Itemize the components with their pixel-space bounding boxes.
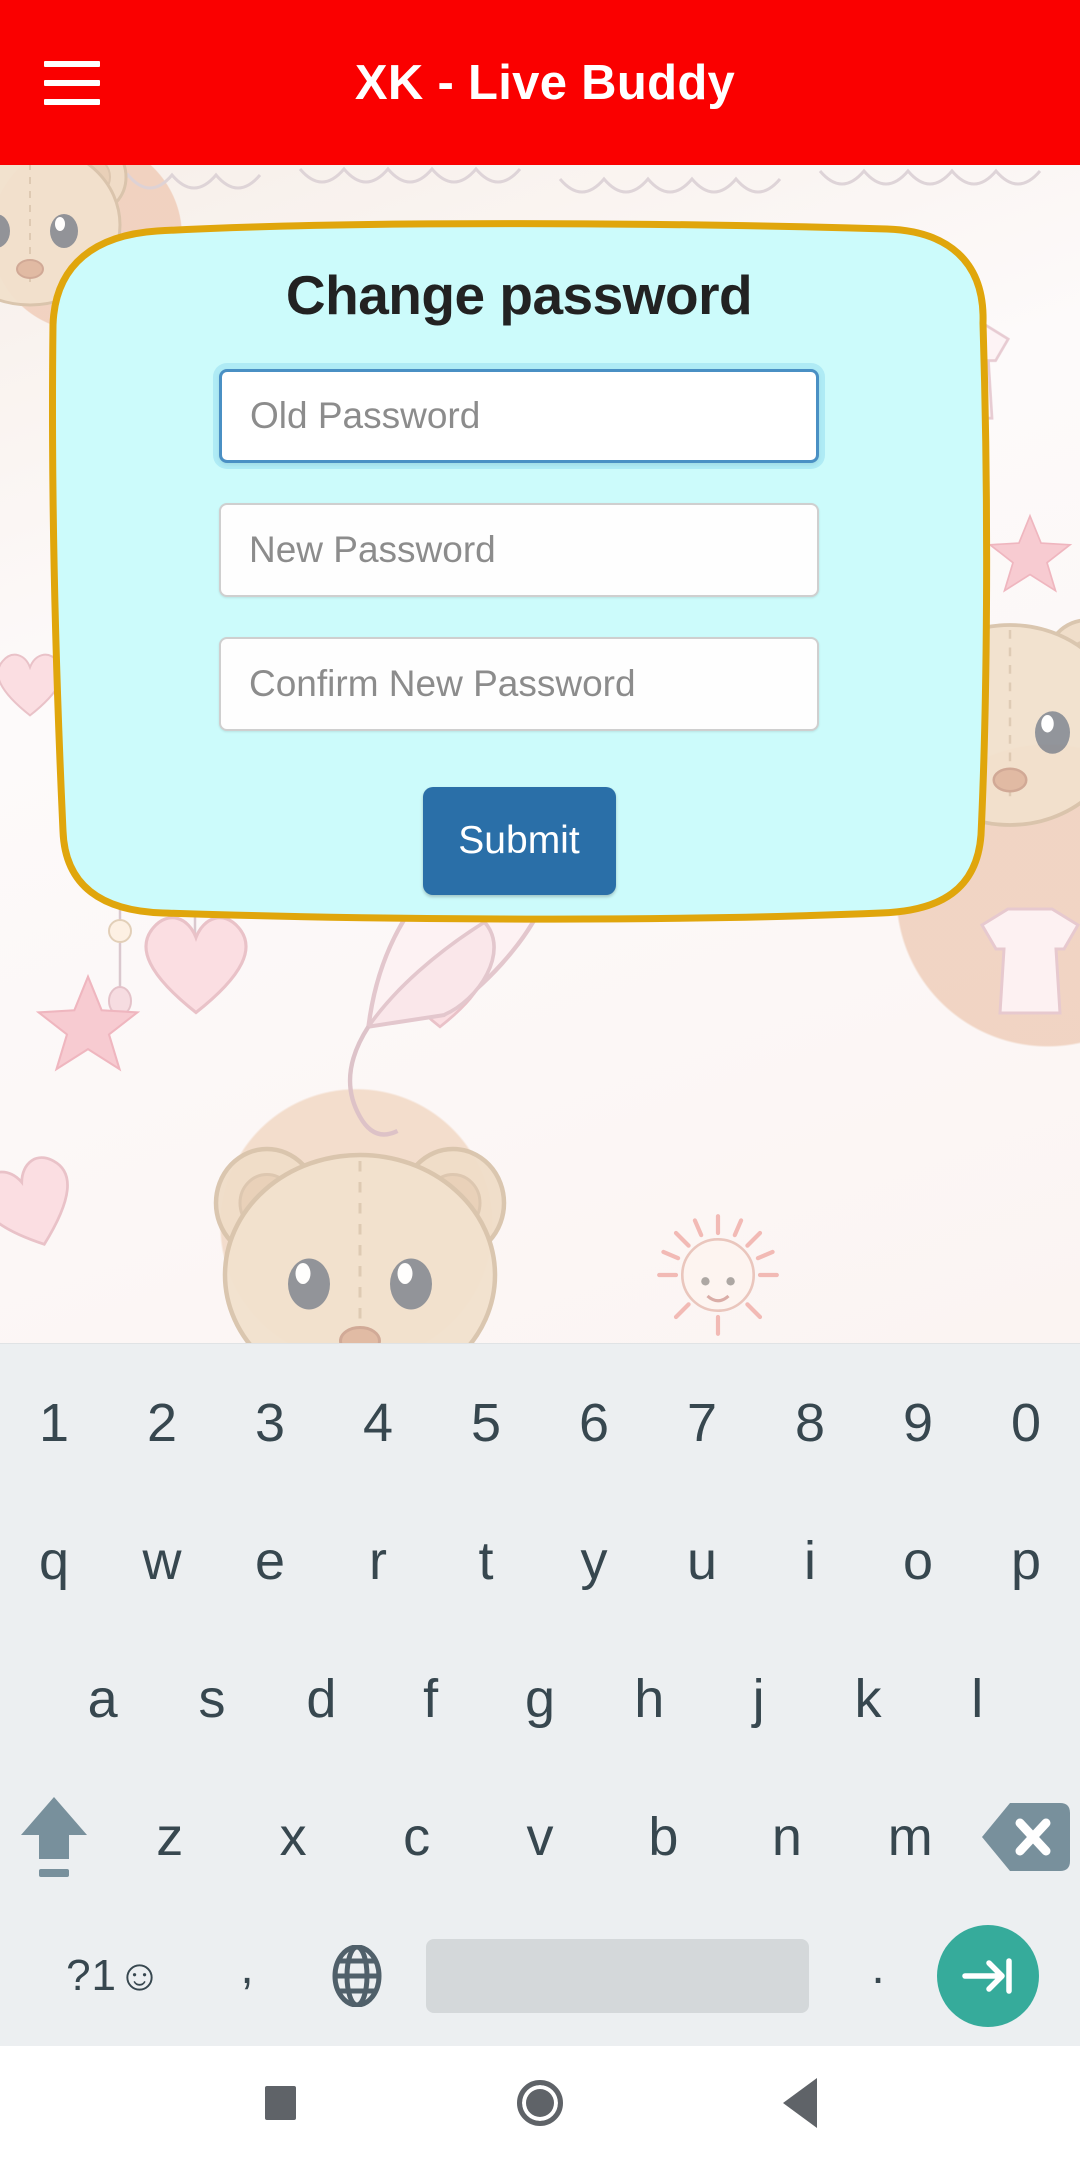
backspace-glyph — [981, 1803, 1070, 1871]
next-arrow-glyph — [962, 1958, 1012, 1994]
globe-language-icon[interactable] — [302, 1945, 412, 2007]
key-d[interactable]: d — [267, 1630, 376, 1768]
key-t[interactable]: t — [432, 1492, 540, 1630]
key-2[interactable]: 2 — [108, 1354, 216, 1492]
on-screen-keyboard: 1 2 3 4 5 6 7 8 9 0 q w e r t y u i o p … — [0, 1343, 1080, 2046]
key-1[interactable]: 1 — [0, 1354, 108, 1492]
globe-glyph — [332, 1945, 382, 2007]
key-x[interactable]: x — [231, 1768, 354, 1906]
keyboard-row-asdf: a s d f g h j k l — [0, 1630, 1080, 1768]
app-bar: XK - Live Buddy — [0, 0, 1080, 165]
key-y[interactable]: y — [540, 1492, 648, 1630]
hamburger-menu-icon[interactable] — [44, 60, 100, 105]
hamburger-line — [44, 79, 100, 86]
key-e[interactable]: e — [216, 1492, 324, 1630]
submit-button[interactable]: Submit — [422, 787, 616, 895]
key-z[interactable]: z — [108, 1768, 231, 1906]
key-h[interactable]: h — [595, 1630, 704, 1768]
key-5[interactable]: 5 — [432, 1354, 540, 1492]
new-password-input[interactable]: New Password — [219, 503, 819, 597]
space-key[interactable] — [426, 1939, 809, 2013]
key-r[interactable]: r — [324, 1492, 432, 1630]
hamburger-line — [44, 60, 100, 67]
circle-home-icon[interactable] — [495, 2058, 585, 2148]
new-password-placeholder: New Password — [249, 529, 496, 570]
next-field-arrow-icon[interactable] — [933, 1925, 1043, 2027]
key-o[interactable]: o — [864, 1492, 972, 1630]
keyboard-row-bottom: ?1☺ , . — [0, 1906, 1080, 2046]
key-f[interactable]: f — [376, 1630, 485, 1768]
key-3[interactable]: 3 — [216, 1354, 324, 1492]
key-p[interactable]: p — [972, 1492, 1080, 1630]
key-u[interactable]: u — [648, 1492, 756, 1630]
key-k[interactable]: k — [813, 1630, 922, 1768]
key-q[interactable]: q — [0, 1492, 108, 1630]
app-root: XK - Live Buddy Change password Old Pass… — [0, 0, 1080, 2160]
key-b[interactable]: b — [602, 1768, 725, 1906]
hamburger-line — [44, 98, 100, 105]
home-circle-glyph — [517, 2080, 563, 2126]
key-g[interactable]: g — [485, 1630, 594, 1768]
key-l[interactable]: l — [923, 1630, 1032, 1768]
key-m[interactable]: m — [849, 1768, 972, 1906]
key-period[interactable]: . — [823, 1940, 933, 2013]
symbols-toggle-key[interactable]: ?1☺ — [37, 1951, 192, 2001]
content-area: Change password Old Password New Passwor… — [0, 165, 1080, 1343]
key-v[interactable]: v — [478, 1768, 601, 1906]
key-j[interactable]: j — [704, 1630, 813, 1768]
triangle-back-icon[interactable] — [755, 2058, 845, 2148]
key-0[interactable]: 0 — [972, 1354, 1080, 1492]
app-title: XK - Live Buddy — [354, 55, 736, 110]
old-password-input[interactable]: Old Password — [219, 369, 819, 463]
key-n[interactable]: n — [725, 1768, 848, 1906]
confirm-new-password-input[interactable]: Confirm New Password — [219, 637, 819, 731]
key-8[interactable]: 8 — [756, 1354, 864, 1492]
key-i[interactable]: i — [756, 1492, 864, 1630]
square-recents-icon[interactable] — [235, 2058, 325, 2148]
key-w[interactable]: w — [108, 1492, 216, 1630]
card-content: Change password Old Password New Passwor… — [63, 205, 975, 909]
recents-square-glyph — [264, 2086, 296, 2120]
key-4[interactable]: 4 — [324, 1354, 432, 1492]
back-triangle-glyph — [783, 2078, 817, 2128]
key-7[interactable]: 7 — [648, 1354, 756, 1492]
old-password-placeholder: Old Password — [250, 395, 481, 436]
backspace-icon[interactable] — [972, 1768, 1080, 1906]
keyboard-row-digits: 1 2 3 4 5 6 7 8 9 0 — [0, 1354, 1080, 1492]
enter-key-circle — [937, 1925, 1039, 2027]
change-password-card: Change password Old Password New Passwor… — [45, 187, 993, 927]
confirm-password-placeholder: Confirm New Password — [249, 663, 636, 704]
shift-arrow-icon[interactable] — [0, 1768, 108, 1906]
key-a[interactable]: a — [48, 1630, 157, 1768]
keyboard-row-zxcv: z x c v b n m — [0, 1768, 1080, 1906]
key-9[interactable]: 9 — [864, 1354, 972, 1492]
keyboard-row-qwerty: q w e r t y u i o p — [0, 1492, 1080, 1630]
key-s[interactable]: s — [157, 1630, 266, 1768]
key-6[interactable]: 6 — [540, 1354, 648, 1492]
android-navigation-bar — [0, 2046, 1080, 2160]
key-c[interactable]: c — [355, 1768, 478, 1906]
key-comma[interactable]: , — [192, 1940, 302, 2013]
page-title: Change password — [285, 264, 753, 326]
shift-arrow-glyph — [21, 1797, 88, 1877]
